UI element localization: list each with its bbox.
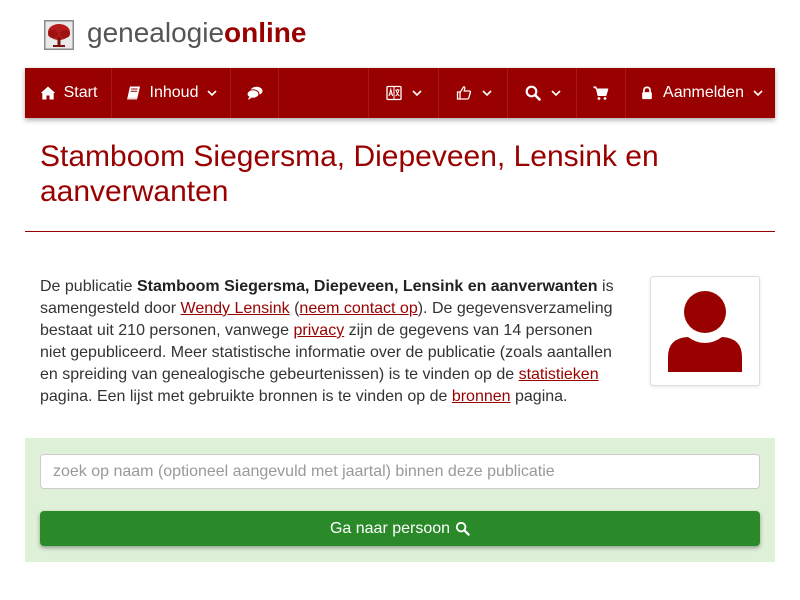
author-avatar[interactable] [650, 276, 760, 386]
book-icon [125, 84, 143, 102]
person-search-input[interactable] [40, 454, 760, 489]
sources-link[interactable]: bronnen [452, 388, 511, 405]
nav-language[interactable] [369, 68, 438, 118]
intro-text: pagina. [510, 388, 568, 405]
search-icon [455, 521, 470, 536]
go-to-person-label: Ga naar persoon [329, 519, 451, 537]
chevron-down-icon [481, 90, 492, 96]
comments-icon [246, 84, 264, 102]
main-navbar: Start Inhoud Aanmelden [25, 68, 775, 118]
site-header: genealogieonline [0, 0, 800, 68]
nav-share[interactable] [439, 68, 507, 118]
tree-icon[interactable] [44, 20, 74, 50]
lock-icon [638, 84, 656, 102]
nav-cart[interactable] [577, 68, 625, 118]
intro-text: De publicatie [40, 278, 137, 295]
search-icon [524, 84, 542, 102]
person-search-panel: Ga naar persoon [25, 438, 775, 562]
share-icon [455, 84, 473, 102]
user-icon [658, 284, 752, 378]
nav-start-label: Start [63, 84, 98, 101]
logo-text-genealogie: genealogie [87, 17, 225, 48]
privacy-link[interactable]: privacy [294, 322, 345, 339]
logo-text-online: online [224, 17, 307, 48]
intro-text: ( [289, 300, 300, 317]
chevron-down-icon [207, 90, 218, 96]
nav-login-label: Aanmelden [663, 84, 744, 101]
chevron-down-icon [550, 90, 561, 96]
publication-intro: De publicatie Stamboom Siegersma, Diepev… [40, 276, 620, 408]
page-title: Stamboom Siegersma, Diepeveen, Lensink e… [40, 140, 659, 208]
nav-comments[interactable] [231, 68, 278, 118]
shopping-cart-icon [592, 84, 610, 102]
nav-divider [278, 68, 279, 118]
nav-inhoud-label: Inhoud [149, 84, 199, 101]
contact-link[interactable]: neem contact op [299, 300, 417, 317]
author-link[interactable]: Wendy Lensink [181, 300, 290, 317]
nav-inhoud[interactable]: Inhoud [112, 68, 230, 118]
title-divider [25, 231, 775, 232]
intro-text: pagina. Een lijst met gebruikte bronnen … [40, 388, 452, 405]
nav-login[interactable]: Aanmelden [626, 68, 775, 118]
go-to-person-button[interactable]: Ga naar persoon [40, 511, 760, 546]
statistics-link[interactable]: statistieken [519, 366, 599, 383]
site-logo[interactable]: genealogieonline [87, 16, 306, 50]
nav-start[interactable]: Start [25, 68, 111, 118]
chevron-down-icon [753, 90, 763, 96]
home-icon [39, 84, 57, 102]
language-icon [385, 84, 403, 102]
publication-name: Stamboom Siegersma, Diepeveen, Lensink e… [136, 278, 598, 295]
chevron-down-icon [412, 90, 422, 96]
nav-search[interactable] [508, 68, 576, 118]
